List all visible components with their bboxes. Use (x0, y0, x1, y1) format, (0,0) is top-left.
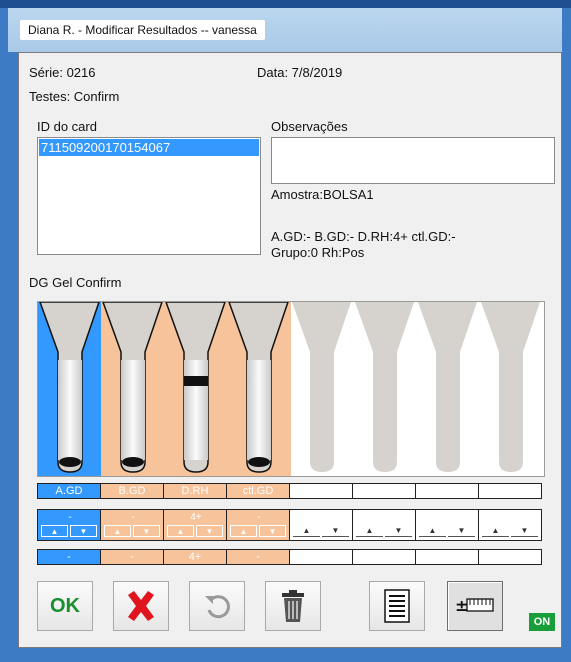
result-stepper-7[interactable]: ▲ ▼ (416, 509, 479, 541)
gel-well-5 (292, 302, 351, 472)
observacoes-label: Observações (271, 119, 348, 134)
well-name-5 (290, 483, 353, 499)
window-title: Diana R. - Modificar Resultados -- vanes… (20, 20, 265, 40)
observacoes-input[interactable] (271, 137, 555, 184)
decrease-6-button[interactable]: ▼ (385, 525, 412, 537)
result-value-b-gd: - (101, 549, 164, 565)
gel-well-7 (418, 302, 477, 472)
well-name-row: A.GD B.GD D.RH ctl.GD (37, 483, 542, 499)
result-stepper-5[interactable]: ▲ ▼ (290, 509, 353, 541)
result-value-ctl-gd: - (227, 549, 290, 565)
data-label: Data: 7/8/2019 (257, 65, 343, 80)
result-stepper-d-rh[interactable]: 4+ ▲ ▼ (164, 509, 227, 541)
card-id-item-selected[interactable]: 711509200170154067 (39, 139, 259, 156)
card-id-list[interactable]: 711509200170154067 (37, 137, 261, 255)
gel-well-8 (481, 302, 540, 472)
decrease-5-button[interactable]: ▼ (322, 525, 349, 537)
window-top-strip (0, 0, 571, 8)
result-stepper-6[interactable]: ▲ ▼ (353, 509, 416, 541)
decrease-a-gd-button[interactable]: ▼ (70, 525, 97, 537)
increase-7-button[interactable]: ▲ (419, 525, 446, 537)
gel-card-label: DG Gel Confirm (29, 275, 122, 290)
title-bar[interactable]: Diana R. - Modificar Resultados -- vanes… (8, 8, 562, 52)
increase-5-button[interactable]: ▲ (293, 525, 320, 537)
result-stepper-a-gd[interactable]: - ▲ ▼ (37, 509, 101, 541)
well-name-ctl-gd: ctl.GD (227, 483, 290, 499)
gel-card-image[interactable] (37, 301, 545, 477)
result-value-7 (416, 549, 479, 565)
increase-8-button[interactable]: ▲ (482, 525, 509, 537)
cancel-button[interactable] (113, 581, 169, 631)
amostra-label: Amostra:BOLSA1 (271, 187, 374, 202)
decrease-7-button[interactable]: ▼ (448, 525, 475, 537)
increase-b-gd-button[interactable]: ▲ (104, 525, 131, 537)
undo-button[interactable] (189, 581, 245, 631)
result-value-d-rh: 4+ (164, 549, 227, 565)
decrease-ctl-gd-button[interactable]: ▼ (259, 525, 286, 537)
stepper-value-a-gd: - (68, 512, 72, 523)
serie-label: Série: 0216 (29, 65, 96, 80)
well-name-b-gd: B.GD (101, 483, 164, 499)
results-summary-line1: A.GD:- B.GD:- D.RH:4+ ctl.GD:- (271, 229, 456, 244)
stepper-value-d-rh: 4+ (190, 512, 202, 523)
well-name-a-gd: A.GD (37, 483, 101, 499)
gel-well-4 (228, 302, 289, 473)
increase-ctl-gd-button[interactable]: ▲ (230, 525, 257, 537)
report-icon (384, 589, 410, 623)
well-name-8 (479, 483, 542, 499)
delete-button[interactable] (265, 581, 321, 631)
result-value-8 (479, 549, 542, 565)
dialog-client-area: Série: 0216 Data: 7/8/2019 Testes: Confi… (18, 52, 562, 648)
stepper-value-b-gd: - (131, 512, 135, 523)
gel-well-1 (39, 302, 100, 473)
gel-well-3 (165, 302, 226, 473)
result-value-6 (353, 549, 416, 565)
well-name-d-rh: D.RH (164, 483, 227, 499)
ok-icon: OK (50, 594, 80, 617)
result-value-5 (290, 549, 353, 565)
result-stepper-b-gd[interactable]: - ▲ ▼ (101, 509, 164, 541)
undo-icon (205, 595, 230, 619)
cancel-x-icon (128, 591, 154, 621)
card-id-label: ID do card (37, 119, 97, 134)
testes-label: Testes: Confirm (29, 89, 120, 104)
decrease-8-button[interactable]: ▼ (511, 525, 538, 537)
decrease-d-rh-button[interactable]: ▼ (196, 525, 223, 537)
gel-wells-svg (39, 302, 540, 473)
result-stepper-8[interactable]: ▲ ▼ (479, 509, 542, 541)
result-stepper-ctl-gd[interactable]: - ▲ ▼ (227, 509, 290, 541)
result-value-a-gd: - (37, 549, 101, 565)
result-value-row: - - 4+ - (37, 549, 542, 565)
increase-6-button[interactable]: ▲ (356, 525, 383, 537)
increase-d-rh-button[interactable]: ▲ (167, 525, 194, 537)
stepper-value-ctl-gd: - (257, 512, 261, 523)
results-summary-line2: Grupo:0 Rh:Pos (271, 245, 365, 260)
well-name-6 (353, 483, 416, 499)
decrease-b-gd-button[interactable]: ▼ (133, 525, 160, 537)
ok-button[interactable]: OK (37, 581, 93, 631)
adjust-scale-button[interactable]: ± (447, 581, 503, 631)
well-name-7 (416, 483, 479, 499)
result-stepper-row: - ▲ ▼ - ▲ ▼ 4+ ▲ ▼ - ▲ ▼ ▲ ▼ ▲ ▼ ▲ ▼ ▲ ▼ (37, 509, 542, 541)
increase-a-gd-button[interactable]: ▲ (41, 525, 68, 537)
gel-well-6 (355, 302, 414, 472)
report-button[interactable] (369, 581, 425, 631)
gel-well-2 (102, 302, 163, 473)
ruler-plusminus-icon: ± (455, 596, 494, 615)
window-frame: Diana R. - Modificar Resultados -- vanes… (0, 0, 571, 662)
status-badge: ON (529, 613, 555, 631)
trash-icon (282, 590, 304, 622)
